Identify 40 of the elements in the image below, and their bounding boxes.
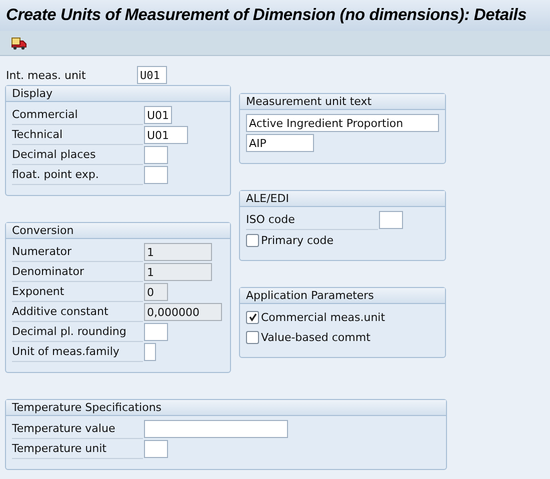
input-field[interactable]: U01 xyxy=(137,66,167,84)
field-label: float. point exp. xyxy=(12,166,143,184)
group-title: Measurement unit text xyxy=(240,94,445,110)
input-field[interactable] xyxy=(379,211,403,229)
group-title: ALE/EDI xyxy=(240,191,445,207)
input-field[interactable] xyxy=(144,343,156,361)
field-label: Decimal pl. rounding xyxy=(12,322,143,342)
input-field[interactable] xyxy=(144,440,168,458)
field-label: Temperature unit xyxy=(12,440,143,458)
checkbox-label: Primary code xyxy=(261,234,334,246)
group-title: Display xyxy=(6,86,230,102)
group-title: Application Parameters xyxy=(240,288,445,304)
window-title: Create Units of Measurement of Dimension (no dimensions): Details xyxy=(6,6,527,25)
field-label: Int. meas. unit xyxy=(5,68,87,82)
group-title: Conversion xyxy=(6,223,230,239)
input-field[interactable] xyxy=(144,323,168,341)
input-field[interactable]: U01 xyxy=(144,106,172,124)
field-label: Additive constant xyxy=(12,302,143,322)
input-field[interactable]: Active Ingredient Proportion xyxy=(246,114,439,132)
input-field[interactable] xyxy=(144,166,168,184)
checkbox[interactable] xyxy=(246,330,259,344)
field-label: Denominator xyxy=(12,262,143,282)
field-label: ISO code xyxy=(246,210,378,230)
field-label: Numerator xyxy=(12,242,143,262)
input-field[interactable] xyxy=(144,420,288,438)
field-label: Decimal places xyxy=(12,146,143,164)
truck-icon[interactable] xyxy=(11,36,27,50)
field-label: Commercial xyxy=(12,106,143,124)
input-field[interactable] xyxy=(144,146,168,164)
field-label: Exponent xyxy=(12,282,143,302)
field-label: Technical xyxy=(12,126,143,144)
group-title: Temperature Specifications xyxy=(6,400,446,416)
checkbox[interactable] xyxy=(246,310,259,324)
field-label: Unit of meas.family xyxy=(12,342,143,362)
input-field[interactable]: U01 xyxy=(144,126,188,144)
input-field[interactable]: AIP xyxy=(246,134,314,152)
checkbox[interactable] xyxy=(246,234,259,246)
checkbox-label: Commercial meas.unit xyxy=(261,310,386,324)
checkbox-label: Value-based commt xyxy=(261,330,370,344)
field-label: Temperature value xyxy=(12,420,143,438)
